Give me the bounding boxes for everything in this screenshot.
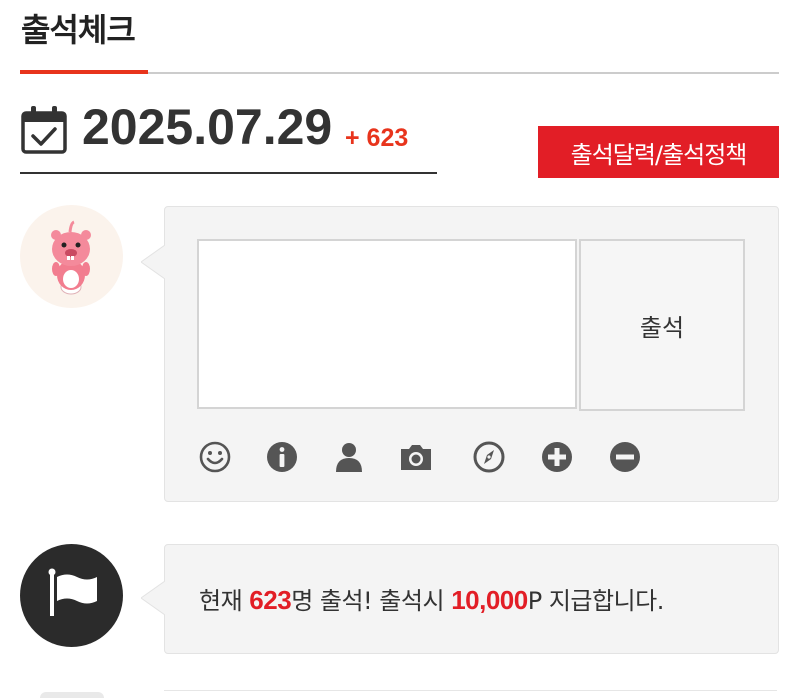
flag-badge <box>20 544 123 647</box>
minus-icon[interactable] <box>607 439 643 475</box>
comment-panel: 출석 <box>141 206 779 502</box>
next-item-avatar-edge <box>40 692 104 698</box>
plus-icon[interactable] <box>539 439 575 475</box>
next-item-edge <box>164 690 777 699</box>
notice-text: 현재 623명 출석! 출석시 10,000P 지급합니다. <box>199 581 664 616</box>
notice-middle: 명 출석! 출석시 <box>291 587 452 615</box>
user-icon[interactable] <box>331 439 367 475</box>
reward-points: 10,000 <box>451 585 528 615</box>
notice-prefix: 현재 <box>199 587 250 615</box>
date-header: 2025.07.29 + 623 <box>20 96 437 174</box>
attendance-delta: + 623 <box>345 124 409 152</box>
notice-suffix: P 지급합니다. <box>527 587 665 615</box>
title-accent-bar <box>20 70 148 74</box>
info-icon[interactable] <box>264 439 300 475</box>
attendance-comment-input[interactable] <box>197 239 577 409</box>
compass-icon[interactable] <box>471 439 507 475</box>
flag-icon <box>48 568 97 616</box>
calendar-icon <box>21 106 67 154</box>
emoticon-icon[interactable] <box>197 439 233 475</box>
camera-icon[interactable] <box>398 439 434 475</box>
bubble-tail <box>141 245 165 279</box>
bubble-tail <box>141 581 165 615</box>
loopy-character-image <box>51 220 91 295</box>
attendee-count: 623 <box>249 585 292 615</box>
attendance-notice: 현재 623명 출석! 출석시 10,000P 지급합니다. <box>141 544 779 654</box>
attendance-date: 2025.07.29 <box>82 99 333 155</box>
page-title: 출석체크 <box>21 11 136 49</box>
avatar <box>20 205 123 308</box>
attendance-submit-button[interactable]: 출석 <box>579 239 745 411</box>
attendance-calendar-policy-button[interactable]: 출석달력/출석정책 <box>538 126 779 178</box>
